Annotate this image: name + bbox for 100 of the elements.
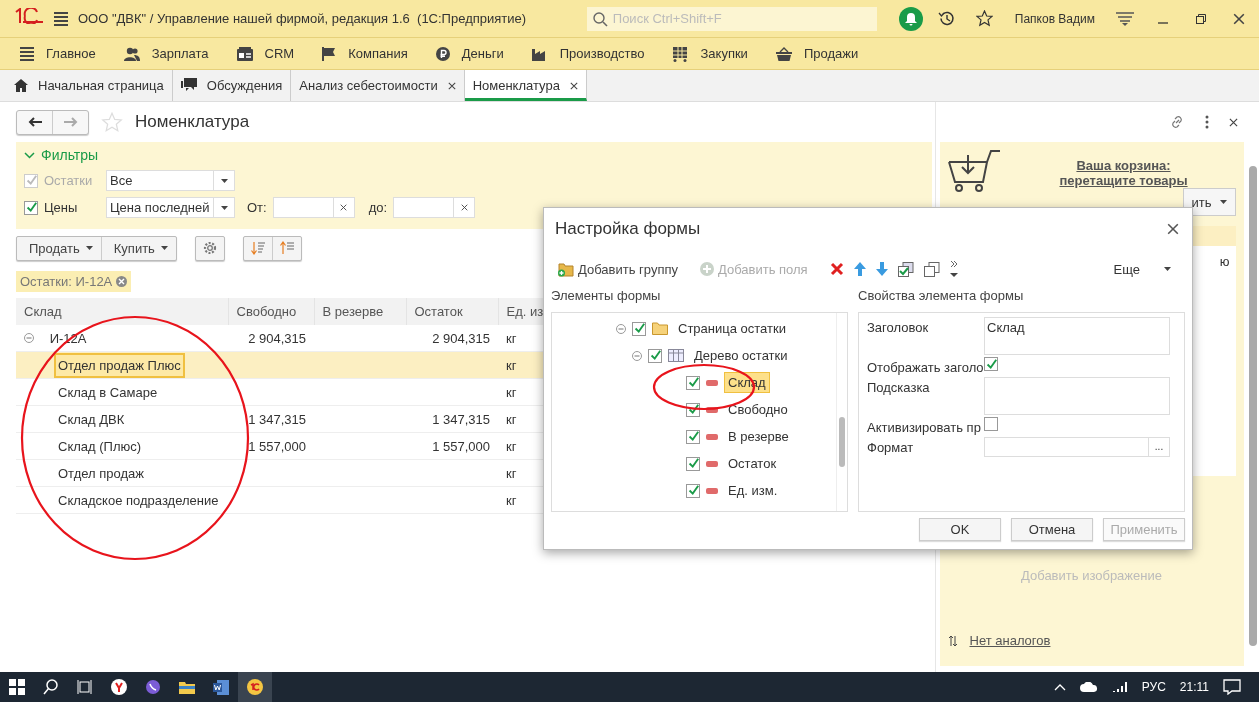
field-icon (706, 460, 718, 467)
from-field[interactable] (272, 197, 355, 218)
checkbox[interactable] (686, 483, 700, 498)
column-header[interactable]: Остаток (406, 298, 498, 325)
filter-select[interactable]: Цена последней (106, 197, 235, 218)
dialog-button[interactable]: Отмена (1011, 518, 1093, 541)
sort-descending-icon (250, 241, 265, 255)
section-link[interactable]: Главное (20, 46, 96, 61)
dropdown-button[interactable]: Продать (17, 236, 102, 260)
clear-icon[interactable] (116, 276, 128, 287)
active-filter-tag[interactable]: Остатки: И-12А (16, 271, 132, 292)
checkbox[interactable] (686, 456, 700, 471)
overflow-icon[interactable] (949, 260, 959, 278)
menu-icon (20, 46, 34, 61)
uncheck-all-icon[interactable] (923, 261, 940, 277)
more-icon[interactable] (1204, 115, 1209, 129)
chat-icon (180, 78, 197, 93)
history-icon[interactable] (938, 10, 956, 27)
arrow-up-icon[interactable] (853, 262, 866, 276)
dropdown-button[interactable]: Купить (101, 236, 176, 260)
field-icon (706, 379, 718, 386)
check-all-icon[interactable] (897, 261, 914, 277)
column-header[interactable]: В резерве (314, 298, 406, 325)
tab[interactable]: Номенклатура (464, 70, 587, 101)
column-header[interactable]: Свободно (228, 298, 314, 325)
checkbox[interactable] (984, 417, 998, 431)
cloud-icon[interactable] (1079, 682, 1098, 692)
collapse-icon[interactable] (632, 350, 642, 361)
dialog-title: Настройка формы (555, 219, 701, 239)
elements-title: Элементы формы (551, 288, 662, 302)
close-icon[interactable] (569, 81, 578, 90)
analogs-link[interactable]: Нет аналогов (969, 633, 1051, 648)
star-icon[interactable] (976, 10, 994, 27)
filter-label: Остатки (44, 173, 94, 188)
warehouse-name[interactable]: Склад в Самаре (54, 379, 162, 405)
clock[interactable]: 21:11 (1179, 680, 1209, 694)
close-icon (1233, 12, 1245, 25)
collapse-icon[interactable] (616, 323, 626, 334)
more-menu[interactable]: Еще (1113, 261, 1171, 277)
text-fragment: ю (1219, 254, 1230, 271)
checkbox[interactable] (632, 321, 646, 336)
restore-icon[interactable] (1196, 13, 1206, 24)
app-icon[interactable] (238, 672, 272, 702)
notifications-icon[interactable] (1223, 679, 1241, 695)
scrollbar[interactable] (836, 313, 847, 511)
user-name[interactable]: Папков Вадим (1014, 11, 1095, 26)
notification-bell-icon[interactable] (898, 6, 923, 31)
cart-link[interactable]: Ваша корзина: (1076, 158, 1171, 173)
search-field[interactable]: Поиск Ctrl+Shift+F (586, 6, 877, 31)
sort-ascending-icon (279, 241, 294, 255)
field-icon (706, 487, 718, 494)
caret-icon (220, 178, 228, 183)
collapse-icon[interactable] (24, 332, 34, 343)
column-header[interactable]: Склад (16, 298, 228, 325)
delete-icon[interactable] (829, 262, 844, 276)
arrow-left-icon (27, 117, 42, 127)
dialog-button[interactable]: OK (919, 518, 1001, 541)
chevron-up-icon[interactable] (1053, 683, 1066, 691)
swap-arrows-icon (947, 634, 958, 647)
text-area[interactable]: Склад (984, 317, 1170, 355)
table-cell: 2 904,315 (228, 325, 314, 352)
dropdown-button[interactable]: ить (1182, 188, 1236, 216)
warehouse-name[interactable]: Склад (Плюс) (54, 433, 146, 459)
close-icon[interactable] (447, 81, 456, 90)
filter-menu-icon[interactable] (1116, 11, 1134, 26)
basket-icon (775, 46, 792, 61)
tab[interactable]: Обсуждения (172, 70, 292, 101)
toolbar-button[interactable]: Добавить группу (557, 261, 678, 277)
window-title: ООО "ДВК" / Управление нашей фирмой, редакция 1.6 (1С:Предприятие) (78, 11, 527, 26)
section-link[interactable]: Деньги (435, 46, 504, 61)
language-indicator[interactable]: РУС (1141, 680, 1166, 694)
section-link[interactable]: Зарплата (123, 46, 209, 61)
section-link[interactable]: Продажи (775, 46, 859, 61)
checkbox[interactable] (648, 348, 662, 363)
checkbox[interactable] (686, 429, 700, 444)
warehouse-name[interactable]: Отдел продаж (54, 460, 148, 486)
signal-icon[interactable] (1111, 682, 1128, 692)
chevron-icon[interactable] (24, 151, 35, 159)
menu-icon (54, 11, 68, 26)
field-icon (706, 433, 718, 440)
to-field[interactable] (393, 197, 476, 218)
checkbox[interactable] (24, 200, 38, 215)
warehouse-name[interactable]: Склад ДВК (54, 406, 129, 432)
section-link[interactable]: Компания (322, 46, 408, 61)
coin-icon (435, 46, 450, 61)
checkbox[interactable] (686, 375, 700, 390)
checkbox[interactable] (984, 357, 998, 371)
table-icon (668, 349, 684, 362)
id-card-icon (236, 46, 253, 61)
select-field[interactable]: ... (984, 437, 1170, 457)
tab[interactable]: Начальная страница (6, 70, 173, 101)
warehouse-name[interactable]: Отдел продаж Плюс (54, 352, 185, 378)
section-link[interactable]: Закупки (672, 45, 748, 62)
arrow-down-icon[interactable] (875, 262, 888, 276)
caret-icon (220, 205, 228, 210)
warehouse-name[interactable]: Складское подразделение (54, 487, 223, 513)
section-link[interactable]: CRM (236, 46, 295, 61)
section-link[interactable]: Производство (531, 46, 645, 61)
tab[interactable]: Анализ себестоимости (291, 70, 465, 101)
cart-hint-link[interactable]: перетащите товары (1059, 173, 1188, 188)
